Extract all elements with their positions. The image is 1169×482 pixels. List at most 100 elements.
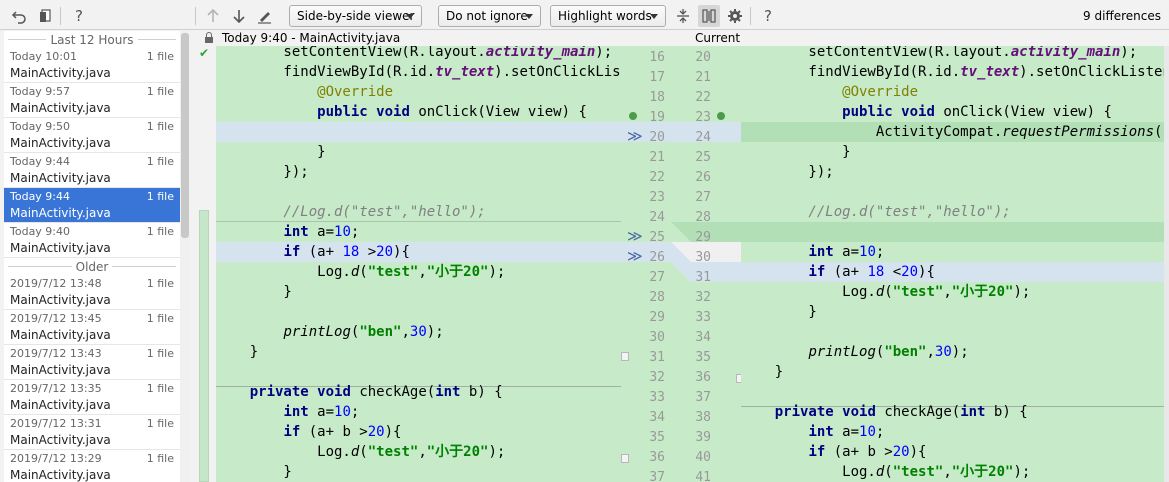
chevron-down-icon bbox=[525, 14, 533, 19]
left-line-number: 33 bbox=[649, 390, 665, 405]
code-line: setContentView(R.layout.activity_main); bbox=[741, 46, 1138, 60]
left-line-number: 21 bbox=[649, 150, 665, 165]
viewer-mode-label: Side-by-side viewer bbox=[297, 9, 415, 23]
revision-file-count: 1 file bbox=[146, 312, 174, 325]
code-line: if (a+ b >20){ bbox=[808, 444, 927, 460]
code-line: public void onClick(View view) { bbox=[317, 104, 587, 120]
revision-file: MainActivity.java bbox=[10, 363, 111, 377]
code-line: @Override bbox=[741, 84, 919, 100]
revision-item[interactable]: Today 10:01 MainActivity.java 1 file bbox=[4, 48, 180, 83]
code-line: //Log.d("test","hello"); bbox=[216, 204, 486, 220]
right-code-pane[interactable]: setContentView(R.layout.activity_main); … bbox=[741, 46, 1164, 482]
editor-header: Today 9:40 - MainActivity.java Current bbox=[197, 31, 1169, 46]
left-code-pane[interactable]: setContentView(R.layout.activity_main); … bbox=[216, 46, 621, 482]
next-diff-icon[interactable] bbox=[228, 5, 250, 27]
revision-item[interactable]: Today 9:40 MainActivity.java 1 file bbox=[4, 223, 180, 258]
left-pane-title: Today 9:40 - MainActivity.java bbox=[222, 31, 401, 45]
revision-list-scrollbar[interactable] bbox=[180, 31, 190, 482]
revision-file: MainActivity.java bbox=[10, 101, 111, 115]
settings-icon[interactable] bbox=[724, 5, 746, 27]
revision-list: Last 12 Hours Today 10:01 MainActivity.j… bbox=[4, 31, 180, 482]
revision-item[interactable]: Today 9:50 MainActivity.java 1 file bbox=[4, 118, 180, 153]
revision-file-count: 1 file bbox=[146, 347, 174, 360]
code-line: Log.d("test","小于20"); bbox=[216, 444, 506, 460]
revision-item[interactable]: 2019/7/12 13:43 MainActivity.java 1 file bbox=[4, 345, 180, 380]
code-line: Log.d("test","小于20"); bbox=[741, 464, 1031, 480]
code-line: } bbox=[216, 284, 292, 300]
code-line: public void onClick(View view) { bbox=[842, 104, 1112, 120]
revision-file-count: 1 file bbox=[146, 225, 174, 238]
right-line-number: 27 bbox=[695, 190, 711, 205]
revision-item[interactable]: 2019/7/12 13:31 MainActivity.java 1 file bbox=[4, 415, 180, 450]
left-line-number: 32 bbox=[649, 370, 665, 385]
prev-diff-icon[interactable] bbox=[202, 5, 224, 27]
revision-item[interactable]: Today 9:44 MainActivity.java 1 file bbox=[4, 153, 180, 188]
left-line-number: 30 bbox=[649, 330, 665, 345]
override-icon[interactable] bbox=[717, 112, 725, 120]
code-line: private void checkAge(int b) { bbox=[774, 404, 1028, 420]
left-line-number: 18 bbox=[649, 90, 665, 105]
help-button[interactable]: ? bbox=[68, 5, 90, 27]
code-line: //Log.d("test","hello"); bbox=[741, 204, 1011, 220]
whitespace-label: Do not ignore bbox=[446, 9, 528, 23]
right-line-number: 40 bbox=[695, 450, 711, 465]
code-line: private void checkAge(int b) { bbox=[249, 384, 503, 400]
viewer-mode-dropdown[interactable]: Side-by-side viewer bbox=[289, 5, 422, 27]
revision-file: MainActivity.java bbox=[10, 468, 111, 482]
code-line: setContentView(R.layout.activity_main); bbox=[216, 46, 613, 60]
code-line: findViewById(R.id.tv_text).setOnClickLis… bbox=[741, 64, 1164, 80]
edit-icon[interactable] bbox=[254, 5, 276, 27]
help-button-2[interactable]: ? bbox=[757, 5, 779, 27]
revision-file: MainActivity.java bbox=[10, 398, 111, 412]
undo-icon[interactable] bbox=[8, 5, 30, 27]
code-line-changed bbox=[216, 122, 621, 142]
code-line: int a=10; bbox=[283, 404, 360, 420]
revision-item[interactable]: Today 9:57 MainActivity.java 1 file bbox=[4, 83, 180, 118]
code-line-changed: ActivityCompat.requestPermissions( bbox=[741, 122, 1164, 142]
right-line-number: 36 bbox=[695, 370, 711, 385]
right-line-number: 28 bbox=[695, 210, 711, 225]
right-scrollbar[interactable] bbox=[1164, 46, 1169, 482]
code-line: }); bbox=[741, 164, 834, 180]
right-pane-title: Current bbox=[695, 31, 741, 45]
sync-scroll-icon[interactable] bbox=[698, 5, 720, 27]
revision-item[interactable]: 2019/7/12 13:45 MainActivity.java 1 file bbox=[4, 310, 180, 345]
right-line-number: 29 bbox=[695, 230, 711, 245]
right-line-number: 24 bbox=[695, 130, 711, 145]
right-line-number: 23 bbox=[695, 110, 711, 125]
revision-item-selected[interactable]: Today 9:44 MainActivity.java 1 file bbox=[4, 188, 180, 223]
revision-file: MainActivity.java bbox=[10, 433, 111, 447]
revision-file: MainActivity.java bbox=[10, 241, 111, 255]
code-line: int a=10; bbox=[808, 244, 885, 260]
code-line: @Override bbox=[216, 84, 394, 100]
right-line-number: 32 bbox=[695, 290, 711, 305]
revision-file-count: 1 file bbox=[146, 417, 174, 430]
chevron-down-icon bbox=[406, 14, 414, 19]
revision-item[interactable]: 2019/7/12 13:29 MainActivity.java 1 file bbox=[4, 450, 180, 482]
collapse-icon[interactable] bbox=[672, 5, 694, 27]
whitespace-dropdown[interactable]: Do not ignore bbox=[438, 5, 541, 27]
revision-item[interactable]: 2019/7/12 13:35 MainActivity.java 1 file bbox=[4, 380, 180, 415]
change-marker[interactable] bbox=[199, 210, 209, 482]
right-line-number: 38 bbox=[695, 410, 711, 425]
scrollbar-thumb[interactable] bbox=[181, 33, 189, 238]
group-header-older: Older bbox=[4, 258, 180, 275]
revision-file: MainActivity.java bbox=[10, 66, 111, 80]
left-line-number: 29 bbox=[649, 310, 665, 325]
highlight-dropdown[interactable]: Highlight words bbox=[550, 5, 666, 27]
code-line: } bbox=[741, 304, 817, 320]
revision-item[interactable]: 2019/7/12 13:48 MainActivity.java 1 file bbox=[4, 275, 180, 310]
revision-file-count: 1 file bbox=[146, 452, 174, 465]
left-line-number: 20 bbox=[649, 130, 665, 145]
code-line: if (a+ b >20){ bbox=[283, 424, 402, 440]
right-line-number: 25 bbox=[695, 150, 711, 165]
right-line-number: 41 bbox=[695, 470, 711, 482]
right-line-number: 37 bbox=[695, 390, 711, 405]
revision-file: MainActivity.java bbox=[10, 293, 111, 307]
compare-icon[interactable] bbox=[34, 5, 56, 27]
right-line-number: 30 bbox=[695, 250, 711, 265]
revision-file: MainActivity.java bbox=[10, 328, 111, 342]
